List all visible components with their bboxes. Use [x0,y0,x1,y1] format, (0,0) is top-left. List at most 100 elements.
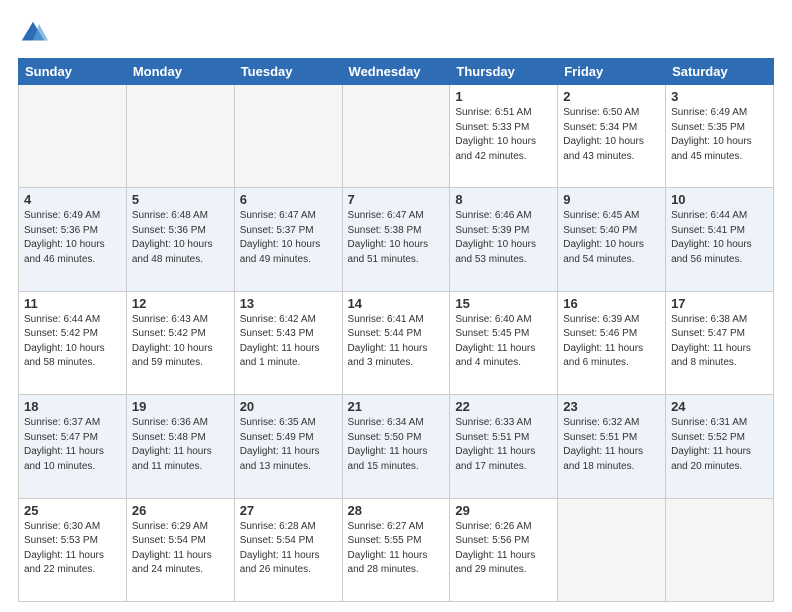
weekday-header-row: SundayMondayTuesdayWednesdayThursdayFrid… [19,59,774,85]
day-number: 23 [563,399,660,414]
calendar-cell [558,498,666,601]
day-number: 8 [455,192,552,207]
day-number: 1 [455,89,552,104]
sun-info: Sunrise: 6:44 AMSunset: 5:42 PMDaylight:… [24,313,121,371]
sun-info: Sunrise: 6:39 AMSunset: 5:46 PMDaylight:… [563,313,660,371]
calendar-cell: 22Sunrise: 6:33 AMSunset: 5:51 PMDayligh… [450,395,558,498]
sun-info: Sunrise: 6:41 AMSunset: 5:44 PMDaylight:… [348,313,445,371]
calendar-cell: 14 Sunrise: 6:41 AMSunset: 5:44 PMDayligh… [342,291,450,394]
day-number: 28 [348,503,445,518]
calendar-cell [19,85,127,188]
calendar-cell: 28 Sunrise: 6:27 AMSunset: 5:55 PMDayligh… [342,498,450,601]
day-number: 27 [240,503,337,518]
day-number: 9 [563,192,660,207]
calendar-cell [234,85,342,188]
sun-info: Sunrise: 6:45 AMSunset: 5:40 PMDaylight:… [563,209,660,267]
calendar-week-row: 4 Sunrise: 6:49 AMSunset: 5:36 PMDaylight… [19,188,774,291]
sun-info: Sunrise: 6:34 AMSunset: 5:50 PMDaylight:… [348,416,445,474]
sun-info: Sunrise: 6:35 AMSunset: 5:49 PMDaylight:… [240,416,337,474]
weekday-header-monday: Monday [126,59,234,85]
sun-info: Sunrise: 6:47 AMSunset: 5:38 PMDaylight:… [348,209,445,267]
sun-info: Sunrise: 6:27 AMSunset: 5:55 PMDaylight:… [348,520,445,578]
calendar-cell: 27Sunrise: 6:28 AMSunset: 5:54 PMDayligh… [234,498,342,601]
day-number: 13 [240,296,337,311]
calendar-cell: 17 Sunrise: 6:38 AMSunset: 5:47 PMDayligh… [666,291,774,394]
weekday-header-sunday: Sunday [19,59,127,85]
day-number: 18 [24,399,121,414]
day-number: 29 [455,503,552,518]
calendar-cell: 21 Sunrise: 6:34 AMSunset: 5:50 PMDayligh… [342,395,450,498]
day-number: 10 [671,192,768,207]
day-number: 6 [240,192,337,207]
calendar-cell: 19 Sunrise: 6:36 AMSunset: 5:48 PMDayligh… [126,395,234,498]
sun-info: Sunrise: 6:30 AMSunset: 5:53 PMDaylight:… [24,520,121,578]
sun-info: Sunrise: 6:31 AMSunset: 5:52 PMDaylight:… [671,416,768,474]
calendar-table: SundayMondayTuesdayWednesdayThursdayFrid… [18,58,774,602]
calendar-cell: 4 Sunrise: 6:49 AMSunset: 5:36 PMDaylight… [19,188,127,291]
calendar-week-row: 11 Sunrise: 6:44 AMSunset: 5:42 PMDayligh… [19,291,774,394]
sun-info: Sunrise: 6:36 AMSunset: 5:48 PMDaylight:… [132,416,229,474]
sun-info: Sunrise: 6:47 AMSunset: 5:37 PMDaylight:… [240,209,337,267]
weekday-header-saturday: Saturday [666,59,774,85]
calendar-cell: 29 Sunrise: 6:26 AMSunset: 5:56 PMDayligh… [450,498,558,601]
logo-icon [18,18,48,48]
sun-info: Sunrise: 6:49 AMSunset: 5:35 PMDaylight:… [671,106,768,164]
logo [18,18,52,48]
sun-info: Sunrise: 6:49 AMSunset: 5:36 PMDaylight:… [24,209,121,267]
calendar-cell: 8 Sunrise: 6:46 AMSunset: 5:39 PMDaylight… [450,188,558,291]
day-number: 5 [132,192,229,207]
day-number: 17 [671,296,768,311]
sun-info: Sunrise: 6:38 AMSunset: 5:47 PMDaylight:… [671,313,768,371]
day-number: 14 [348,296,445,311]
day-number: 19 [132,399,229,414]
calendar-cell: 26 Sunrise: 6:29 AMSunset: 5:54 PMDayligh… [126,498,234,601]
header [18,18,774,48]
day-number: 4 [24,192,121,207]
weekday-header-wednesday: Wednesday [342,59,450,85]
sun-info: Sunrise: 6:46 AMSunset: 5:39 PMDaylight:… [455,209,552,267]
calendar-cell: 5 Sunrise: 6:48 AMSunset: 5:36 PMDaylight… [126,188,234,291]
calendar-cell: 13Sunrise: 6:42 AMSunset: 5:43 PMDayligh… [234,291,342,394]
sun-info: Sunrise: 6:29 AMSunset: 5:54 PMDaylight:… [132,520,229,578]
calendar-cell: 24 Sunrise: 6:31 AMSunset: 5:52 PMDayligh… [666,395,774,498]
weekday-header-tuesday: Tuesday [234,59,342,85]
calendar-cell: 9 Sunrise: 6:45 AMSunset: 5:40 PMDaylight… [558,188,666,291]
sun-info: Sunrise: 6:43 AMSunset: 5:42 PMDaylight:… [132,313,229,371]
sun-info: Sunrise: 6:37 AMSunset: 5:47 PMDaylight:… [24,416,121,474]
weekday-header-thursday: Thursday [450,59,558,85]
calendar-cell: 6 Sunrise: 6:47 AMSunset: 5:37 PMDaylight… [234,188,342,291]
day-number: 12 [132,296,229,311]
day-number: 24 [671,399,768,414]
calendar-cell: 25 Sunrise: 6:30 AMSunset: 5:53 PMDayligh… [19,498,127,601]
calendar-cell: 11 Sunrise: 6:44 AMSunset: 5:42 PMDayligh… [19,291,127,394]
sun-info: Sunrise: 6:32 AMSunset: 5:51 PMDaylight:… [563,416,660,474]
day-number: 11 [24,296,121,311]
day-number: 25 [24,503,121,518]
day-number: 21 [348,399,445,414]
sun-info: Sunrise: 6:51 AMSunset: 5:33 PMDaylight:… [455,106,552,164]
calendar-cell: 2Sunrise: 6:50 AMSunset: 5:34 PMDaylight… [558,85,666,188]
calendar-cell [666,498,774,601]
day-number: 26 [132,503,229,518]
sun-info: Sunrise: 6:48 AMSunset: 5:36 PMDaylight:… [132,209,229,267]
calendar-week-row: 1 Sunrise: 6:51 AMSunset: 5:33 PMDaylight… [19,85,774,188]
sun-info: Sunrise: 6:50 AMSunset: 5:34 PMDaylight:… [563,106,660,164]
calendar-week-row: 18 Sunrise: 6:37 AMSunset: 5:47 PMDayligh… [19,395,774,498]
weekday-header-friday: Friday [558,59,666,85]
calendar-cell: 10 Sunrise: 6:44 AMSunset: 5:41 PMDayligh… [666,188,774,291]
day-number: 7 [348,192,445,207]
calendar-cell: 1 Sunrise: 6:51 AMSunset: 5:33 PMDaylight… [450,85,558,188]
calendar-week-row: 25 Sunrise: 6:30 AMSunset: 5:53 PMDayligh… [19,498,774,601]
day-number: 15 [455,296,552,311]
day-number: 16 [563,296,660,311]
sun-info: Sunrise: 6:26 AMSunset: 5:56 PMDaylight:… [455,520,552,578]
day-number: 20 [240,399,337,414]
sun-info: Sunrise: 6:44 AMSunset: 5:41 PMDaylight:… [671,209,768,267]
sun-info: Sunrise: 6:40 AMSunset: 5:45 PMDaylight:… [455,313,552,371]
page: SundayMondayTuesdayWednesdayThursdayFrid… [0,0,792,612]
calendar-cell: 16 Sunrise: 6:39 AMSunset: 5:46 PMDayligh… [558,291,666,394]
calendar-cell [126,85,234,188]
calendar-cell: 20 Sunrise: 6:35 AMSunset: 5:49 PMDayligh… [234,395,342,498]
calendar-cell: 23 Sunrise: 6:32 AMSunset: 5:51 PMDayligh… [558,395,666,498]
day-number: 3 [671,89,768,104]
